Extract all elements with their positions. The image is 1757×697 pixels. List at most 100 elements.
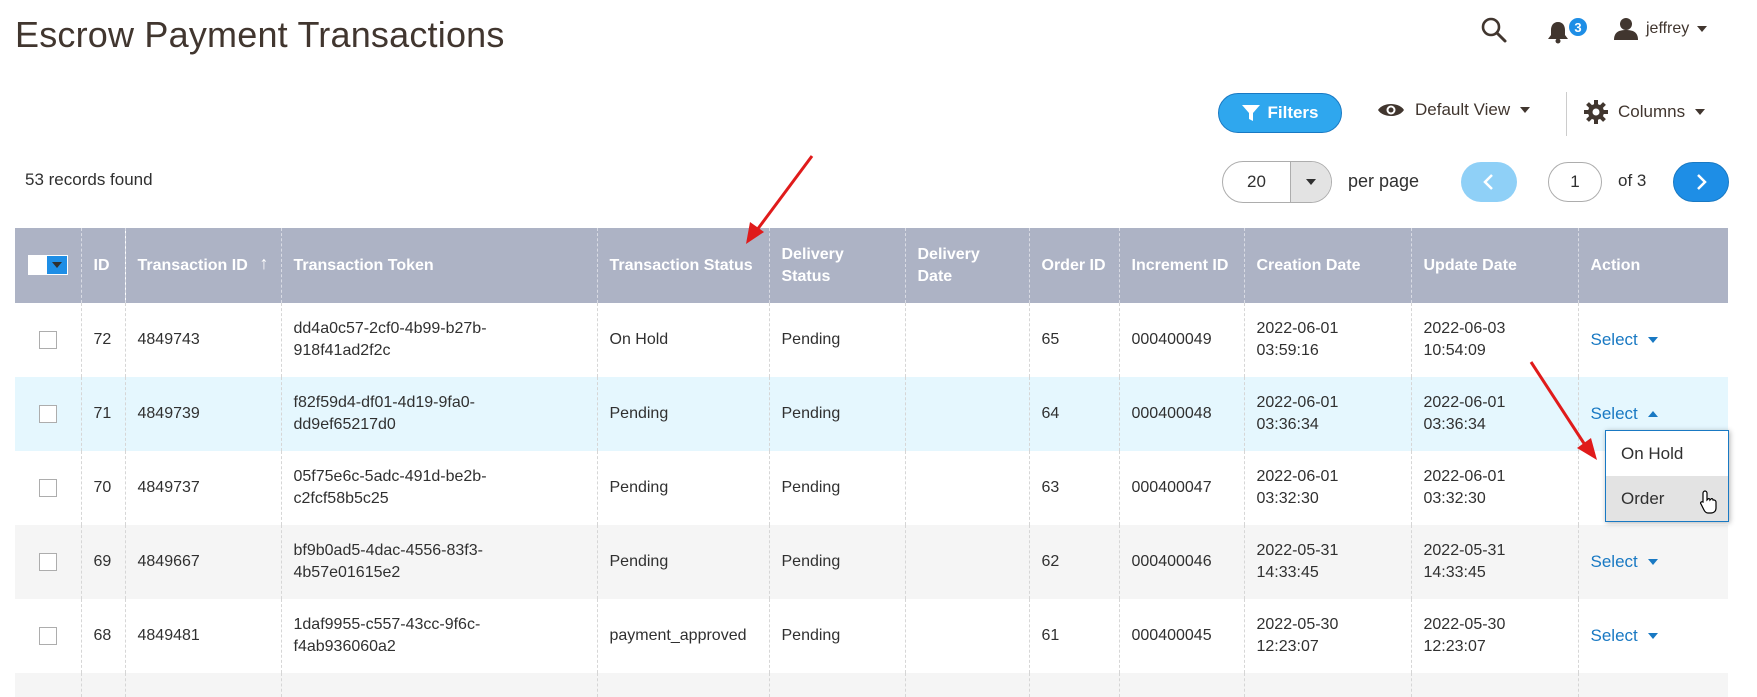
row-action-select[interactable]: Select (1591, 625, 1658, 647)
cell-transaction-token: dd4a0c57-2cf0-4b99-b27b- 918f41ad2f2c (280, 303, 597, 377)
previous-page-button[interactable] (1461, 162, 1517, 202)
time-part: 03:32:30 (1423, 490, 1486, 507)
chevron-down-icon[interactable] (46, 256, 67, 275)
column-header-label: Transaction ID (137, 256, 248, 274)
cell-transaction-id: 4849739 (124, 377, 281, 451)
cell-delivery-date (904, 377, 1029, 451)
cell-transaction-status: Pending (596, 525, 769, 599)
column-header-transaction-id[interactable]: Transaction ID ↑ (124, 228, 281, 303)
cell-transaction-token: 05f75e6c-5adc-491d-be2b-c2fcf58b5c25 (280, 451, 597, 525)
cell-transaction-id: 4849737 (124, 451, 281, 525)
date-part: 2022-05-30 (1256, 616, 1339, 633)
cell-creation-date: 2022-05-31 14:33:45 (1243, 525, 1411, 599)
column-header-id[interactable]: ID (80, 228, 125, 303)
per-page-label: per page (1348, 171, 1420, 191)
partial-cell (1118, 673, 1244, 697)
table-row[interactable]: 71 4849739 f82f59d4-df01-4d19-9fa0- dd9ef… (15, 377, 1728, 451)
cell-id: 70 (80, 451, 125, 525)
filters-button[interactable]: Filters (1218, 93, 1342, 133)
column-header-creation-date[interactable]: Creation Date (1243, 228, 1411, 303)
cell-transaction-token: bf9b0ad5-4dac-4556-83f3- 4b57e01615e2 (280, 525, 597, 599)
row-checkbox[interactable] (38, 404, 57, 423)
table-row[interactable]: 72 4849743 dd4a0c57-2cf0-4b99-b27b- 918f4… (15, 303, 1728, 377)
row-checkbox-cell (15, 525, 81, 599)
action-menu-item-on-hold[interactable]: On Hold (1606, 431, 1728, 476)
row-checkbox-cell (15, 599, 81, 673)
chevron-down-icon (1695, 109, 1706, 115)
page-number-input[interactable]: 1 (1548, 162, 1602, 202)
date-part: 2022-06-01 (1256, 320, 1339, 337)
cell-transaction-status: On Hold (596, 303, 769, 377)
row-checkbox[interactable] (38, 330, 57, 349)
mass-select-toggle[interactable] (27, 255, 68, 276)
cell-update-date: 2022-06-01 03:36:34 (1410, 377, 1578, 451)
token-part: 918f41ad2f2c (293, 342, 391, 359)
user-menu[interactable]: jeffrey (1614, 18, 1708, 40)
row-checkbox[interactable] (38, 478, 57, 497)
row-checkbox[interactable] (38, 626, 57, 645)
date-part: 2022-05-31 (1423, 542, 1506, 559)
search-button[interactable] (1480, 16, 1510, 46)
cell-delivery-status: Pending (768, 525, 905, 599)
column-header-order-id[interactable]: Order ID (1028, 228, 1119, 303)
row-checkbox-cell (15, 303, 81, 377)
cell-id: 68 (80, 599, 125, 673)
mass-select-checkbox[interactable] (28, 256, 47, 275)
row-checkbox[interactable] (38, 552, 57, 571)
column-header-delivery-date[interactable]: Delivery Date (904, 228, 1029, 303)
view-switcher[interactable]: Default View (1377, 100, 1531, 120)
table-row[interactable]: 70 4849737 05f75e6c-5adc-491d-be2b-c2fcf… (15, 451, 1728, 525)
records-count: 53 records found (25, 170, 153, 189)
token-part: f82f59d4-df01-4d19-9fa0- (293, 394, 475, 411)
row-action-select[interactable]: Select (1591, 551, 1658, 573)
column-header-delivery-status[interactable]: Delivery Status (768, 228, 905, 303)
table-row[interactable]: 69 4849667 bf9b0ad5-4dac-4556-83f3- 4b57e… (15, 525, 1728, 599)
bell-icon (1548, 22, 1568, 44)
cell-delivery-date (904, 303, 1029, 377)
row-action-select[interactable]: Select (1591, 329, 1658, 351)
cell-transaction-id: 4849481 (124, 599, 281, 673)
chevron-right-icon (1697, 174, 1707, 190)
cell-update-date: 2022-05-31 14:33:45 (1410, 525, 1578, 599)
column-header-transaction-token[interactable]: Transaction Token (280, 228, 597, 303)
per-page-select[interactable]: 20 (1222, 161, 1332, 203)
time-part: 03:32:30 (1256, 490, 1319, 507)
cell-delivery-status: Pending (768, 377, 905, 451)
row-action-select[interactable]: Select (1591, 403, 1658, 425)
cell-action: Select (1577, 303, 1728, 377)
time-part: 03:36:34 (1423, 416, 1486, 433)
date-part: 2022-06-01 (1256, 394, 1339, 411)
table-row[interactable]: 68 4849481 1daf9955-c557-43cc-9f6c-f4ab9… (15, 599, 1728, 673)
columns-label: Columns (1618, 102, 1686, 121)
search-icon (1481, 17, 1507, 43)
column-header-update-date[interactable]: Update Date (1410, 228, 1578, 303)
cell-delivery-date (904, 451, 1029, 525)
token-part: 4b57e01615e2 (293, 564, 401, 581)
time-part: 03:59:16 (1256, 342, 1319, 359)
per-page-toggle[interactable] (1290, 162, 1331, 202)
date-part: 2022-05-31 (1256, 542, 1339, 559)
page-title: Escrow Payment Transactions (15, 14, 505, 55)
cell-increment-id: 000400046 (1118, 525, 1244, 599)
token-part: dd9ef65217d0 (293, 416, 396, 433)
time-part: 12:23:07 (1256, 638, 1319, 655)
columns-button[interactable]: Columns (1584, 100, 1706, 124)
cell-transaction-status: payment_approved (596, 599, 769, 673)
cell-delivery-date (904, 525, 1029, 599)
cell-id: 69 (80, 525, 125, 599)
time-part: 14:33:45 (1256, 564, 1319, 581)
cell-order-id: 61 (1028, 599, 1119, 673)
cell-transaction-status: Pending (596, 377, 769, 451)
hand-cursor-icon (1700, 490, 1717, 514)
column-header-transaction-status[interactable]: Transaction Status (596, 228, 769, 303)
select-label: Select (1590, 329, 1638, 349)
notifications-button[interactable]: 3 (1547, 16, 1589, 48)
chevron-down-icon (1647, 558, 1658, 565)
cell-action: Select (1577, 525, 1728, 599)
column-header-increment-id[interactable]: Increment ID (1118, 228, 1244, 303)
cell-increment-id: 000400047 (1118, 451, 1244, 525)
next-page-button[interactable] (1673, 162, 1729, 202)
cell-delivery-status: Pending (768, 451, 905, 525)
cell-order-id: 64 (1028, 377, 1119, 451)
cell-creation-date: 2022-06-01 03:59:16 (1243, 303, 1411, 377)
